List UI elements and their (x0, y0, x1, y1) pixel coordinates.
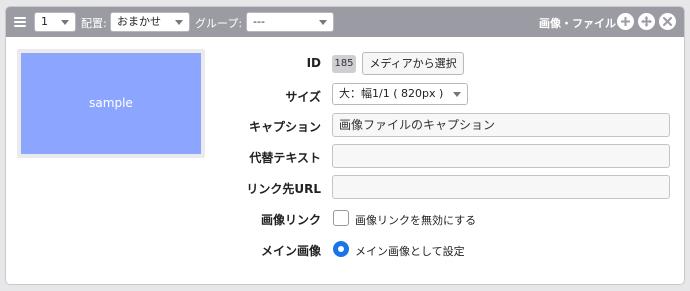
placement-select-value: おまかせ (117, 15, 161, 28)
chevron-down-icon (319, 20, 327, 25)
image-link-label: 画像リンク (260, 213, 321, 227)
move-circle-icon (641, 16, 652, 27)
menu-icon[interactable] (14, 17, 26, 27)
close-circle-icon (663, 17, 672, 26)
unit-title: 画像・ファイル (539, 17, 616, 30)
delete-unit-button[interactable] (659, 13, 676, 30)
placement-select[interactable]: おまかせ (110, 12, 190, 32)
add-unit-button[interactable] (617, 13, 634, 30)
order-select-value: 1 (41, 15, 48, 28)
plus-circle-icon (621, 17, 630, 26)
main-image-option-label[interactable]: メイン画像として設定 (355, 243, 465, 259)
caption-label: キャプション (248, 120, 321, 134)
disable-image-link-label[interactable]: 画像リンクを無効にする (355, 212, 476, 228)
id-label: ID (306, 56, 321, 70)
chevron-down-icon (175, 20, 183, 25)
chevron-down-icon (61, 20, 69, 25)
placement-label: 配置: (81, 17, 107, 30)
group-label: グループ: (195, 17, 243, 30)
media-id-badge: 185 (332, 55, 356, 73)
disable-image-link-checkbox[interactable] (333, 210, 349, 226)
order-select[interactable]: 1 (34, 12, 76, 32)
size-label: サイズ (285, 90, 321, 104)
caption-input[interactable]: 画像ファイルのキャプション (332, 113, 670, 137)
main-image-radio[interactable] (333, 241, 349, 257)
image-preview[interactable]: sample (21, 53, 201, 154)
image-file-unit: 1 配置: おまかせ グループ: --- 画像・ファイル sample ID 1… (5, 6, 685, 285)
size-select-value: 大：幅1/1 ( 820px ) (339, 87, 444, 100)
alt-text-label: 代替テキスト (249, 151, 321, 165)
group-select-value: --- (253, 15, 265, 28)
unit-header: 1 配置: おまかせ グループ: --- 画像・ファイル (6, 7, 684, 37)
main-image-label: メイン画像 (260, 244, 321, 258)
size-select[interactable]: 大：幅1/1 ( 820px ) (332, 83, 468, 105)
link-url-input[interactable] (332, 175, 670, 199)
chevron-down-icon (453, 92, 461, 97)
select-from-media-button[interactable]: メディアから選択 (362, 52, 464, 75)
image-preview-frame: sample (17, 49, 205, 158)
group-select[interactable]: --- (246, 12, 334, 32)
link-url-label: リンク先URL (246, 182, 321, 196)
alt-text-input[interactable] (332, 144, 670, 168)
move-unit-handle[interactable] (638, 13, 655, 30)
